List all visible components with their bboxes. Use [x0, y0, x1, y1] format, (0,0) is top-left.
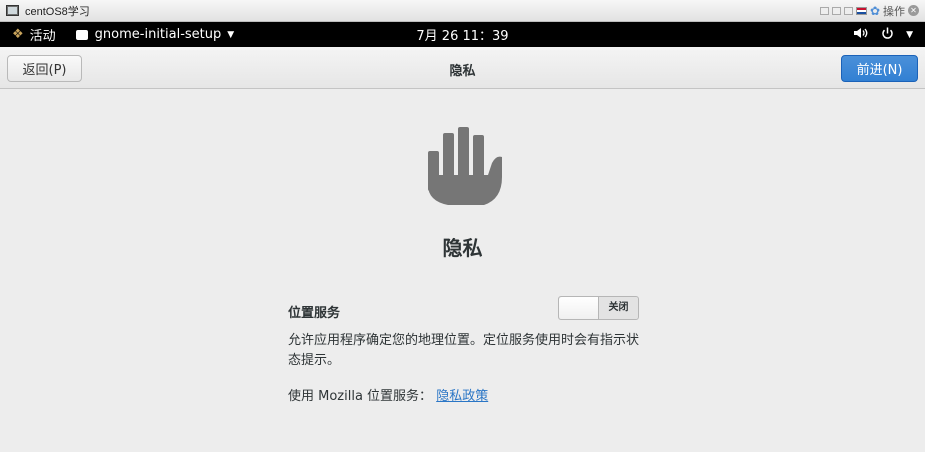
vm-screen-icon [6, 5, 19, 16]
vm-settings-gear-icon[interactable]: ✿ [870, 4, 880, 18]
vm-operations-menu[interactable]: 操作 [883, 3, 905, 19]
activities-icon: ❖ [12, 27, 24, 42]
location-service-switch[interactable]: 关闭 [558, 296, 639, 320]
vm-restore-icon[interactable] [843, 6, 853, 15]
vm-fullscreen-icon[interactable] [819, 6, 829, 15]
hand-privacy-icon [424, 127, 504, 209]
location-service-label: 位置服务 [288, 306, 341, 321]
activities-label: 活动 [29, 29, 56, 44]
location-description: 允许应用程序确定您的地理位置。定位服务使用时会有指示状态提示。 [288, 333, 640, 368]
system-menu[interactable]: ▼ [853, 27, 925, 43]
mozilla-service-text: 使用 Mozilla 位置服务： [288, 389, 433, 404]
vm-window-title: centOS8学习 [25, 5, 90, 18]
gnome-top-bar: 7月 26 11：39 ❖ 活动 gnome-initial-setup ▼ ▼ [0, 22, 925, 47]
activities-button[interactable]: ❖ 活动 [0, 25, 56, 44]
app-menu[interactable]: gnome-initial-setup ▼ [75, 27, 235, 42]
header-title: 隐私 [449, 64, 476, 79]
chevron-down-icon: ▼ [227, 29, 235, 40]
vm-window-icon[interactable] [831, 6, 841, 15]
privacy-page: 隐私 位置服务 关闭 允许应用程序确定您的地理位置。定位服务使用时会有指示状态提… [0, 89, 925, 452]
vm-keyboard-flag-icon[interactable] [855, 6, 867, 15]
next-button[interactable]: 前进(N) [841, 55, 918, 82]
vm-close-icon[interactable]: ✕ [908, 5, 919, 16]
system-menu-caret-icon: ▼ [906, 29, 913, 40]
privacy-policy-link[interactable]: 隐私政策 [436, 389, 488, 404]
vm-window-titlebar: centOS8学习 ✿ 操作 ✕ [0, 0, 925, 22]
power-icon [881, 27, 894, 43]
volume-icon [853, 27, 869, 42]
mozilla-service-line: 使用 Mozilla 位置服务： 隐私政策 [288, 385, 488, 404]
page-title: 隐私 [442, 236, 483, 260]
app-window-icon [75, 29, 88, 40]
header-bar: 返回(P) 隐私 前进(N) [0, 47, 925, 89]
vm-toolbar: ✿ 操作 ✕ [819, 3, 925, 19]
switch-state-label: 关闭 [608, 302, 629, 313]
app-menu-label: gnome-initial-setup [94, 27, 222, 42]
switch-knob[interactable] [559, 297, 599, 319]
